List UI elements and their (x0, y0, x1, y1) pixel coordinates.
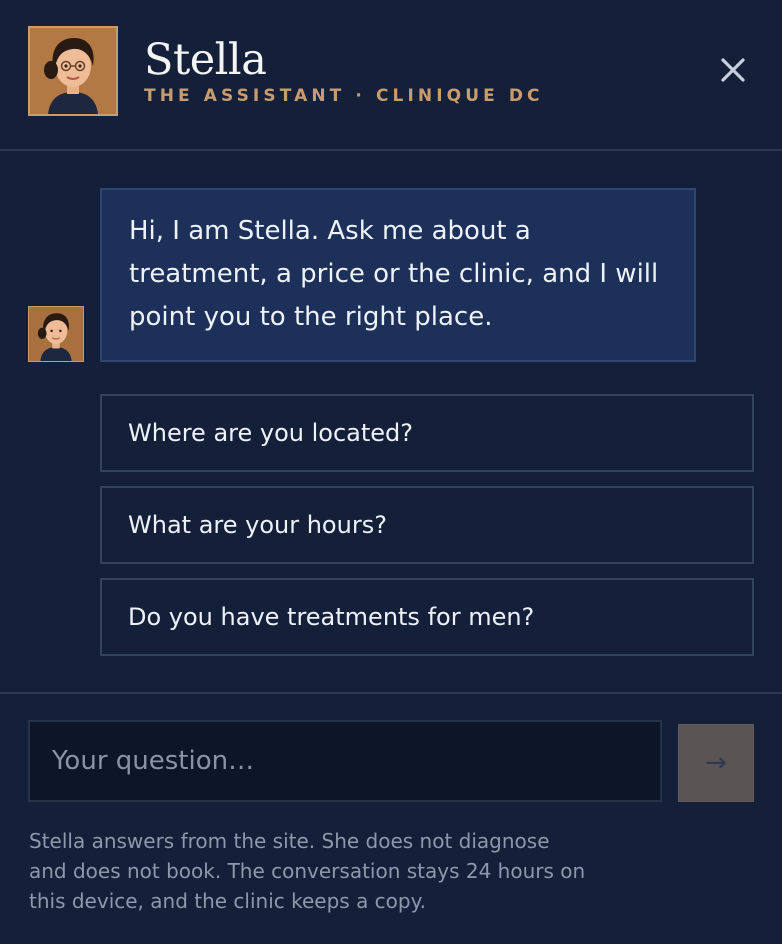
assistant-subtitle: THE ASSISTANT · CLINIQUE DC (144, 86, 544, 106)
message-avatar (28, 306, 84, 362)
suggestion-hours[interactable]: What are your hours? (100, 486, 754, 564)
assistant-name: Stella (144, 35, 267, 85)
divider (0, 692, 782, 694)
arrow-right-icon: → (705, 748, 727, 778)
assistant-avatar (28, 26, 118, 116)
assistant-portrait-icon (30, 28, 116, 114)
close-icon (721, 58, 745, 82)
disclaimer-text: Stella answers from the site. She does n… (29, 829, 586, 913)
send-button[interactable]: → (678, 724, 754, 802)
suggestion-men-treatments[interactable]: Do you have treatments for men? (100, 578, 754, 656)
suggestion-location[interactable]: Where are you located? (100, 394, 754, 472)
chat-panel: Stella THE ASSISTANT · CLINIQUE DC Hi, I… (0, 0, 782, 944)
assistant-portrait-icon (29, 307, 83, 361)
chat-header: Stella THE ASSISTANT · CLINIQUE DC (0, 0, 782, 151)
question-input[interactable] (28, 720, 662, 802)
assistant-message: Hi, I am Stella. Ask me about a treatmen… (100, 188, 696, 362)
close-button[interactable] (710, 48, 756, 92)
